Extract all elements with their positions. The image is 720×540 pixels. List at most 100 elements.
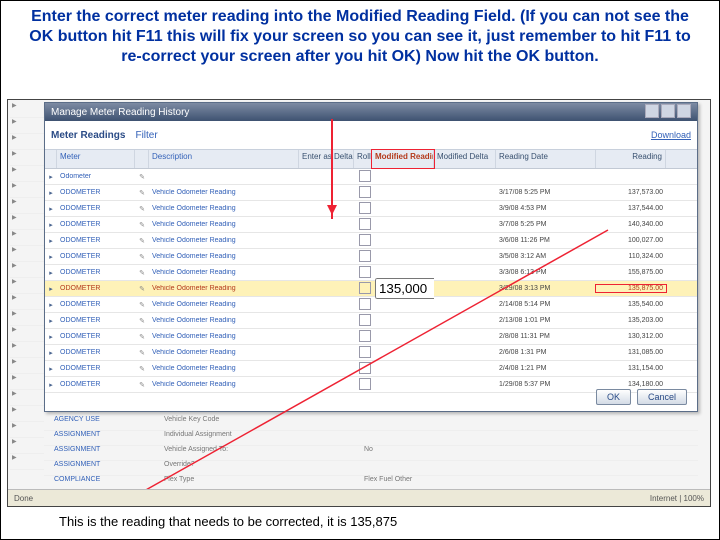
- table-row[interactable]: ▸ODOMETER✎Vehicle Odometer Reading3/9/08…: [45, 201, 697, 217]
- cell-reading: 130,312.00: [596, 333, 666, 340]
- table-row[interactable]: ▸ODOMETER✎Vehicle Odometer Reading3/6/08…: [45, 233, 697, 249]
- rollover-checkbox[interactable]: [359, 170, 371, 182]
- rollover-checkbox[interactable]: [359, 330, 371, 342]
- cell-modified-reading[interactable]: [372, 278, 434, 299]
- cell-reading-date: 3/5/08 3:12 AM: [496, 253, 596, 260]
- window-buttons[interactable]: [643, 104, 691, 121]
- cell-reading-date: 3/9/08 4:53 PM: [496, 205, 596, 212]
- rollover-checkbox[interactable]: [359, 218, 371, 230]
- table-row[interactable]: ▸ODOMETER✎Vehicle Odometer Reading2/13/0…: [45, 313, 697, 329]
- expand-icon[interactable]: ▸: [45, 285, 57, 293]
- cell-description: Vehicle Odometer Reading: [149, 349, 299, 356]
- col-reading[interactable]: Reading: [596, 150, 666, 168]
- col-modified-delta[interactable]: Modified Delta: [434, 150, 496, 168]
- cell-reading: 135,875.00: [596, 285, 666, 292]
- cell-reading: 134,180.00: [596, 381, 666, 388]
- expand-icon[interactable]: ▸: [45, 269, 57, 277]
- cell-meter: ODOMETER: [57, 189, 135, 196]
- expand-icon[interactable]: ▸: [45, 381, 57, 389]
- expand-icon[interactable]: ▸: [45, 173, 57, 181]
- col-enter-delta[interactable]: Enter as Delta?: [299, 150, 354, 168]
- rollover-checkbox[interactable]: [359, 186, 371, 198]
- table-row[interactable]: ▸ODOMETER✎Vehicle Odometer Reading2/4/08…: [45, 361, 697, 377]
- cell-meter: ODOMETER: [57, 333, 135, 340]
- expand-icon[interactable]: ▸: [45, 205, 57, 213]
- expand-icon[interactable]: ▸: [45, 221, 57, 229]
- cell-reading-date: 3/29/08 3:13 PM: [496, 285, 596, 292]
- bg-row: ASSIGNMENTVehicle Assigned To:No: [44, 446, 698, 461]
- table-row[interactable]: ▸ODOMETER✎Vehicle Odometer Reading2/14/0…: [45, 297, 697, 313]
- rollover-checkbox[interactable]: [359, 314, 371, 326]
- status-left: Done: [14, 494, 33, 503]
- column-header-row: Meter Description Enter as Delta? Rollov…: [45, 150, 697, 169]
- rollover-checkbox[interactable]: [359, 378, 371, 390]
- edit-icon[interactable]: ✎: [135, 301, 149, 309]
- col-modified-reading[interactable]: Modified Reading: [372, 150, 434, 168]
- modified-reading-input[interactable]: [375, 278, 434, 299]
- table-row[interactable]: ▸ODOMETER✎Vehicle Odometer Reading 3/17/0…: [45, 185, 697, 201]
- expand-icon[interactable]: ▸: [45, 317, 57, 325]
- edit-icon[interactable]: ✎: [135, 269, 149, 277]
- rollover-checkbox[interactable]: [359, 346, 371, 358]
- cell-reading-date: 3/17/08 5:25 PM: [496, 189, 596, 196]
- table-row[interactable]: ▸ODOMETER✎Vehicle Odometer Reading2/8/08…: [45, 329, 697, 345]
- rollover-checkbox[interactable]: [359, 250, 371, 262]
- cell-reading: 100,027.00: [596, 237, 666, 244]
- expand-icon[interactable]: ▸: [45, 349, 57, 357]
- col-description[interactable]: Description: [149, 150, 299, 168]
- edit-icon[interactable]: ✎: [135, 221, 149, 229]
- browser-statusbar: Done Internet | 100%: [8, 489, 710, 506]
- rollover-checkbox[interactable]: [359, 282, 371, 294]
- ok-button[interactable]: OK: [596, 389, 631, 405]
- edit-icon[interactable]: ✎: [135, 173, 149, 181]
- rollover-checkbox[interactable]: [359, 298, 371, 310]
- rollover-checkbox[interactable]: [359, 362, 371, 374]
- edit-icon[interactable]: ✎: [135, 349, 149, 357]
- expand-icon[interactable]: ▸: [45, 253, 57, 261]
- expand-icon[interactable]: ▸: [45, 189, 57, 197]
- table-row[interactable]: ▸ODOMETER✎Vehicle Odometer Reading3/3/08…: [45, 265, 697, 281]
- dialog-title: Manage Meter Reading History: [51, 107, 189, 118]
- col-meter[interactable]: Meter: [57, 150, 135, 168]
- edit-icon[interactable]: ✎: [135, 237, 149, 245]
- table-row[interactable]: ▸ODOMETER✎Vehicle Odometer Reading3/29/0…: [45, 281, 697, 297]
- cell-description: Vehicle Odometer Reading: [149, 189, 299, 196]
- cell-reading-date: 2/8/08 11:31 PM: [496, 333, 596, 340]
- cell-description: Vehicle Odometer Reading: [149, 381, 299, 388]
- cell-description: Vehicle Odometer Reading: [149, 237, 299, 244]
- edit-icon[interactable]: ✎: [135, 285, 149, 293]
- cancel-button[interactable]: Cancel: [637, 389, 687, 405]
- bg-row: ASSIGNMENTOverride?: [44, 461, 698, 476]
- table-row[interactable]: ▸ODOMETER✎Vehicle Odometer Reading3/7/08…: [45, 217, 697, 233]
- rollover-checkbox[interactable]: [359, 234, 371, 246]
- table-row[interactable]: ▸ODOMETER✎Vehicle Odometer Reading3/5/08…: [45, 249, 697, 265]
- bg-row: ASSIGNMENTIndividual Assignment: [44, 431, 698, 446]
- rollover-checkbox[interactable]: [359, 266, 371, 278]
- col-rollover[interactable]: Rollover: [354, 150, 372, 168]
- cell-reading-date: 2/4/08 1:21 PM: [496, 365, 596, 372]
- rollover-checkbox[interactable]: [359, 202, 371, 214]
- instruction-heading: Enter the correct meter reading into the…: [1, 1, 719, 73]
- col-reading-date[interactable]: Reading Date: [496, 150, 596, 168]
- cell-meter: ODOMETER: [57, 237, 135, 244]
- edit-icon[interactable]: ✎: [135, 365, 149, 373]
- cell-reading: 137,544.00: [596, 205, 666, 212]
- edit-icon[interactable]: ✎: [135, 189, 149, 197]
- cell-meter: Odometer: [57, 173, 135, 180]
- edit-icon[interactable]: ✎: [135, 205, 149, 213]
- expand-icon[interactable]: ▸: [45, 365, 57, 373]
- cell-meter: ODOMETER: [57, 253, 135, 260]
- expand-icon[interactable]: ▸: [45, 333, 57, 341]
- edit-icon[interactable]: ✎: [135, 253, 149, 261]
- edit-icon[interactable]: ✎: [135, 381, 149, 389]
- edit-icon[interactable]: ✎: [135, 317, 149, 325]
- table-row[interactable]: ▸Odometer✎: [45, 169, 697, 185]
- dialog-titlebar: Manage Meter Reading History: [45, 103, 697, 121]
- rollover-checkbox[interactable]: [359, 394, 371, 395]
- expand-icon[interactable]: ▸: [45, 237, 57, 245]
- table-row[interactable]: ▸ODOMETER✎Vehicle Odometer Reading2/6/08…: [45, 345, 697, 361]
- download-link[interactable]: Download: [651, 130, 691, 140]
- filter-label[interactable]: Filter: [135, 130, 157, 141]
- edit-icon[interactable]: ✎: [135, 333, 149, 341]
- expand-icon[interactable]: ▸: [45, 301, 57, 309]
